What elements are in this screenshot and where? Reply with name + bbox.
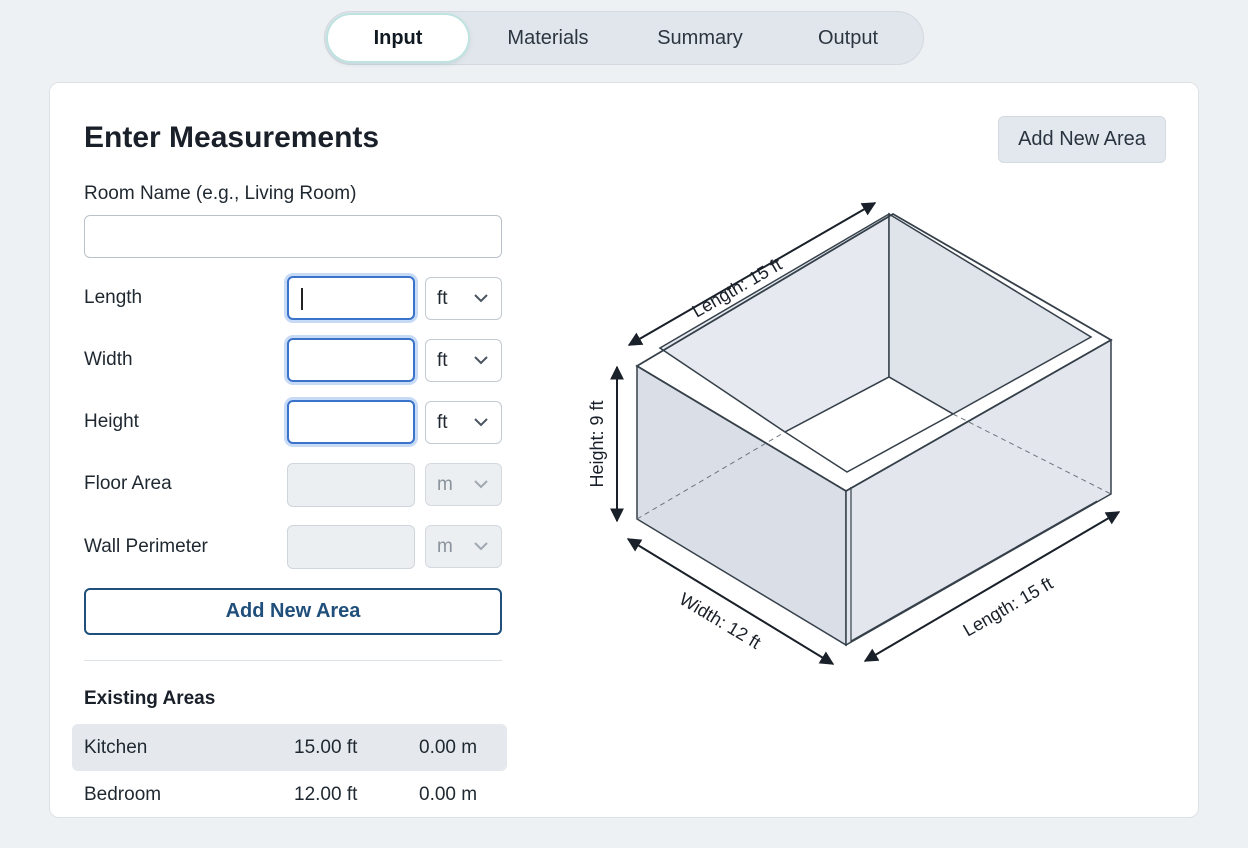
tab-bar: Input Materials Summary Output: [324, 11, 924, 65]
chevron-down-icon: [474, 542, 488, 551]
length-unit-value: ft: [437, 288, 448, 309]
floor-area-unit-value: m: [437, 474, 453, 495]
area-value: 0.00 m: [419, 784, 478, 805]
tab-materials[interactable]: Materials: [478, 15, 618, 61]
width-input[interactable]: [287, 338, 415, 382]
area-name: Kitchen: [84, 737, 148, 758]
width-dimension-label: Width: 12 ft: [676, 589, 764, 653]
add-new-area-top-button[interactable]: Add New Area: [998, 116, 1166, 163]
chevron-down-icon: [474, 294, 488, 303]
table-row[interactable]: Bedroom 12.00 ft 0.00 m: [72, 771, 507, 818]
room-name-label: Room Name (e.g., Living Room): [84, 183, 357, 204]
length-input[interactable]: [287, 276, 415, 320]
room-diagram: Length: 15 ft Height: 9 ft Width: 12 ft …: [587, 202, 1121, 665]
wall-perimeter-unit-value: m: [437, 536, 453, 557]
measurement-card: Enter Measurements Add New Area Room Nam…: [49, 82, 1199, 818]
floor-area-field: [287, 463, 415, 507]
width-label: Width: [84, 349, 133, 370]
height-label: Height: [84, 411, 139, 432]
page-title: Enter Measurements: [84, 121, 380, 154]
divider: [84, 660, 502, 661]
chevron-down-icon: [474, 480, 488, 489]
floor-area-label: Floor Area: [84, 473, 172, 494]
add-new-area-button[interactable]: Add New Area: [84, 588, 502, 635]
wall-perimeter-field: [287, 525, 415, 569]
tab-input[interactable]: Input: [328, 15, 468, 61]
tab-summary[interactable]: Summary: [630, 15, 770, 61]
area-value: 0.00 m: [419, 737, 478, 758]
chevron-down-icon: [474, 418, 488, 427]
table-row[interactable]: Kitchen 15.00 ft 0.00 m: [72, 724, 507, 771]
area-dimension: 12.00 ft: [294, 784, 358, 805]
width-unit-value: ft: [437, 350, 448, 371]
length-label: Length: [84, 287, 143, 308]
height-dimension-label: Height: 9 ft: [587, 400, 607, 487]
wall-perimeter-label: Wall Perimeter: [84, 536, 208, 557]
area-name: Bedroom: [84, 784, 162, 805]
existing-areas-heading: Existing Areas: [84, 688, 216, 709]
chevron-down-icon: [474, 356, 488, 365]
width-unit-select[interactable]: ft: [425, 339, 502, 382]
height-unit-value: ft: [437, 412, 448, 433]
area-dimension: 15.00 ft: [294, 737, 358, 758]
floor-area-unit-select: m: [425, 463, 502, 506]
text-caret: [301, 288, 303, 310]
height-input[interactable]: [287, 400, 415, 444]
tab-output[interactable]: Output: [778, 15, 918, 61]
wall-perimeter-unit-select: m: [425, 525, 502, 568]
room-name-input[interactable]: [84, 215, 502, 258]
length-bottom-label: Length: 15 ft: [960, 573, 1057, 640]
height-unit-select[interactable]: ft: [425, 401, 502, 444]
length-unit-select[interactable]: ft: [425, 277, 502, 320]
